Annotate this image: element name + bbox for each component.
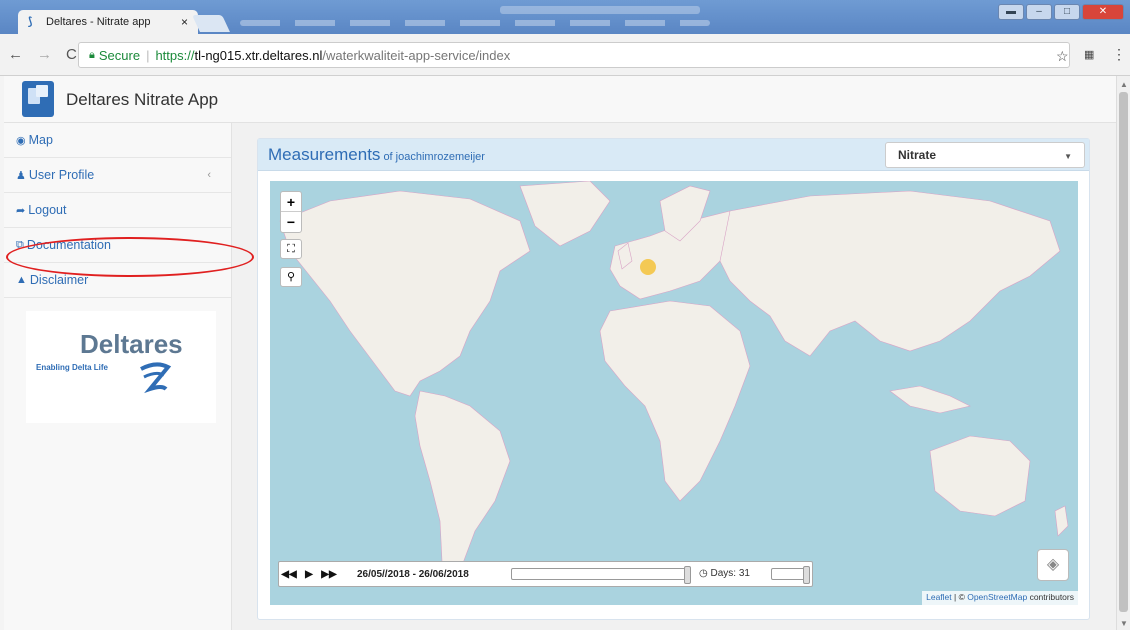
map-view[interactable]: + − ⛶ ⚲ ◈ ◀◀ ▶ ▶▶ 26/05//2018 - 26/06/20… xyxy=(270,181,1078,605)
sidebar-item-label: Logout xyxy=(28,203,67,217)
window-tray-icon[interactable]: ▬ xyxy=(998,4,1024,20)
deltares-logo: Deltares Enabling Delta Life xyxy=(26,311,216,423)
app-title: Deltares Nitrate App xyxy=(66,90,219,109)
attribution-contributors: contributors xyxy=(1027,592,1074,602)
osm-link[interactable]: OpenStreetMap xyxy=(967,592,1027,602)
sidebar-item-label: Map xyxy=(28,133,53,147)
north-america-landmass xyxy=(279,190,531,397)
browser-window: ⟆ Deltares - Nitrate app × ▬ – □ ✕ ← → C… xyxy=(0,0,1130,630)
browser-menu-icon[interactable]: ⋮ xyxy=(1112,46,1126,63)
main-content: Measurements of joachimrozemeijer Nitrate… xyxy=(232,123,1116,630)
window-controls: ▬ – □ ✕ xyxy=(998,4,1124,20)
new-zealand-landmass xyxy=(1054,505,1069,537)
browser-titlebar: ⟆ Deltares - Nitrate app × ▬ – □ ✕ xyxy=(0,0,1130,34)
page-viewport: Deltares Nitrate App ◉ Map ♟ User Profil… xyxy=(4,76,1116,630)
south-america-landmass xyxy=(414,390,511,582)
forward-arrow-icon[interactable]: → xyxy=(37,46,52,63)
panel-header: Measurements of joachimrozemeijer Nitrate… xyxy=(258,139,1089,171)
panel-title: Measurements of joachimrozemeijer xyxy=(268,145,485,165)
sidebar-item-label: Disclaimer xyxy=(29,273,89,287)
deltares-wave-icon xyxy=(140,362,172,394)
deltares-logo-name: Deltares xyxy=(80,329,183,359)
location-pin-icon[interactable]: ⚲ xyxy=(280,267,302,287)
parameter-select-value: Nitrate xyxy=(898,148,937,162)
scrollbar-thumb[interactable] xyxy=(1119,92,1128,612)
deltares-favicon-icon: ⟆ xyxy=(28,16,33,28)
reload-icon[interactable]: C xyxy=(66,46,77,63)
sidebar-item-label: User Profile xyxy=(28,168,95,182)
documentation-icon: ⧉ xyxy=(16,238,24,251)
scroll-down-icon[interactable]: ▼ xyxy=(1120,619,1128,628)
url-protocol: https:// xyxy=(155,47,195,63)
panel-subtitle: of joachimrozemeijer xyxy=(383,151,485,163)
lock-icon: 🔒︎ xyxy=(89,48,95,61)
sidebar-item-map[interactable]: ◉ Map xyxy=(4,123,231,158)
attribution-separator: | © xyxy=(951,592,968,602)
back-arrow-icon[interactable]: ← xyxy=(8,46,23,63)
url-path: /waterkwaliteit-app-service/index xyxy=(322,47,511,63)
blurred-bookmarks xyxy=(240,20,710,26)
scroll-up-icon[interactable]: ▲ xyxy=(1120,80,1128,89)
measurement-marker[interactable] xyxy=(640,259,656,275)
url-separator: | xyxy=(146,47,150,63)
url-bar[interactable]: 🔒︎ Secure | https:// tl-ng015.xtr.deltar… xyxy=(78,42,1070,68)
caret-down-icon: ▼ xyxy=(1064,152,1072,161)
extension-icon[interactable]: ▦ xyxy=(1084,48,1094,61)
time-slider[interactable] xyxy=(511,566,691,584)
play-icon[interactable]: ▶ xyxy=(299,569,319,580)
warning-icon: ▲ xyxy=(16,274,27,286)
panel-title-text: Measurements xyxy=(268,145,381,164)
asia-landmass xyxy=(719,190,1061,357)
page-scrollbar[interactable]: ▲ ▼ xyxy=(1116,76,1130,630)
clock-icon: ◷ xyxy=(699,568,708,579)
step-backward-icon[interactable]: ◀◀ xyxy=(279,569,299,580)
zoom-in-button[interactable]: + xyxy=(281,192,301,212)
window-close-icon[interactable]: ✕ xyxy=(1082,4,1124,20)
step-forward-icon[interactable]: ▶▶ xyxy=(319,569,339,580)
browser-tab[interactable]: ⟆ Deltares - Nitrate app × xyxy=(18,10,198,34)
measurements-panel: Measurements of joachimrozemeijer Nitrate… xyxy=(257,138,1090,620)
secure-label: Secure xyxy=(98,47,141,63)
app-header: Deltares Nitrate App xyxy=(4,76,1116,123)
zoom-control: + − xyxy=(280,191,302,233)
leaflet-link[interactable]: Leaflet xyxy=(926,592,952,602)
days-slider[interactable] xyxy=(771,566,810,584)
map-attribution: Leaflet | © OpenStreetMap contributors xyxy=(922,591,1078,605)
greenland-landmass xyxy=(519,181,611,247)
logout-icon: ➦ xyxy=(16,204,26,217)
days-text: Days: 31 xyxy=(710,568,750,579)
world-map xyxy=(279,181,1069,582)
tab-close-icon[interactable]: × xyxy=(181,15,188,29)
date-range-label: 26/05//2018 - 26/06/2018 xyxy=(357,568,469,580)
layers-icon[interactable]: ◈ xyxy=(1037,549,1069,581)
chevron-left-icon: ‹ xyxy=(207,169,211,181)
sidebar-item-disclaimer[interactable]: ▲ Disclaimer xyxy=(4,263,231,298)
fullscreen-icon[interactable]: ⛶ xyxy=(280,239,302,259)
window-maximize-icon[interactable]: □ xyxy=(1054,4,1080,20)
globe-icon: ◉ xyxy=(16,134,26,147)
tab-title: Deltares - Nitrate app xyxy=(46,16,151,28)
zoom-out-button[interactable]: − xyxy=(281,212,301,232)
deltares-logo-tagline: Enabling Delta Life xyxy=(36,363,109,372)
sidebar-item-label: Documentation xyxy=(26,238,111,252)
url-host: tl-ng015.xtr.deltares.nl xyxy=(194,47,323,63)
blurred-window-title xyxy=(500,6,700,14)
time-dimension-control: ◀◀ ▶ ▶▶ 26/05//2018 - 26/06/2018 ◷ Days:… xyxy=(278,561,813,587)
sidebar-item-logout[interactable]: ➦ Logout xyxy=(4,193,231,228)
sidebar-item-documentation[interactable]: ⧉ Documentation xyxy=(4,228,231,263)
address-toolbar: ← → C 🔒︎ Secure | https:// tl-ng015.xtr.… xyxy=(0,34,1130,76)
indonesia-landmass xyxy=(889,385,971,414)
window-minimize-icon[interactable]: – xyxy=(1026,4,1052,20)
days-label: ◷ Days: 31 xyxy=(699,568,750,579)
user-icon: ♟ xyxy=(16,169,26,182)
africa-landmass xyxy=(599,300,751,502)
australia-landmass xyxy=(929,435,1031,517)
bookmark-star-icon[interactable]: ☆ xyxy=(1056,48,1069,65)
sidebar-item-user-profile[interactable]: ♟ User Profile ‹ xyxy=(4,158,231,193)
app-logo-icon[interactable] xyxy=(22,81,54,117)
parameter-select[interactable]: Nitrate ▼ xyxy=(885,142,1085,168)
